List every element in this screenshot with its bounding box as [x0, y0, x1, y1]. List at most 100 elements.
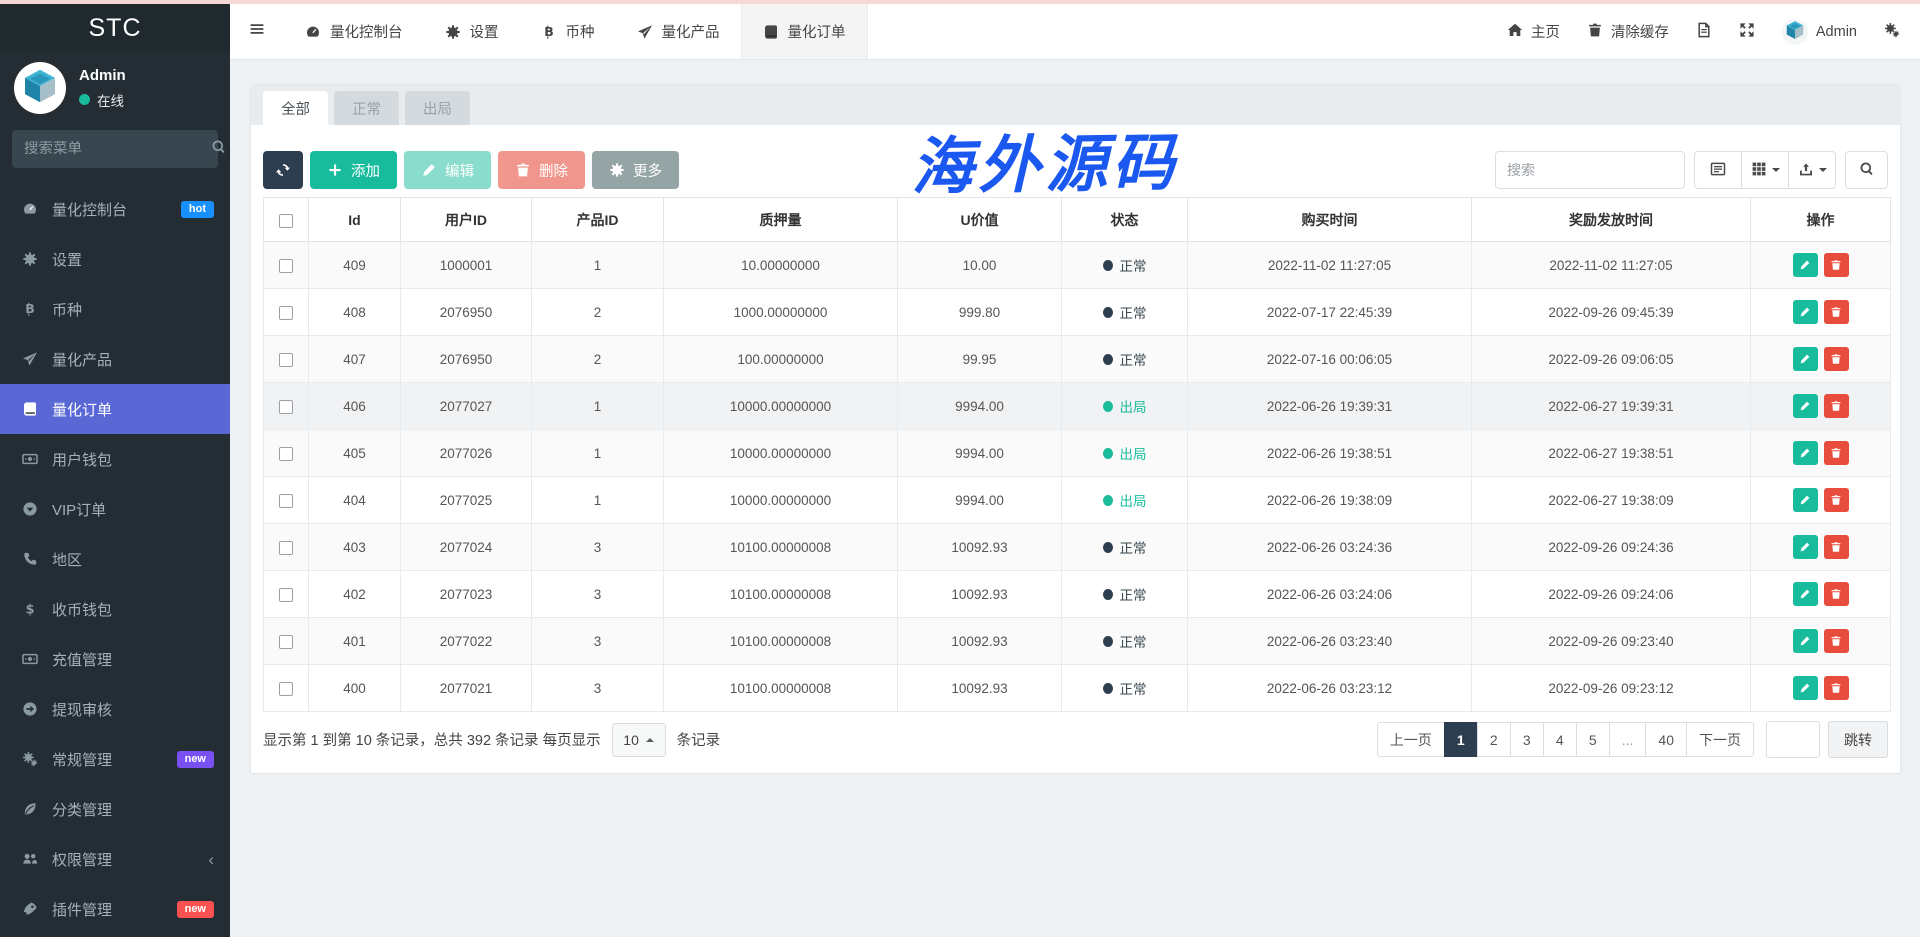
page-size-select[interactable]: 10: [612, 723, 666, 757]
sidebar-item-gear[interactable]: 设置: [0, 234, 230, 284]
settings-button[interactable]: [1884, 22, 1900, 42]
page-button[interactable]: 3: [1510, 722, 1544, 757]
arrow-circle-right-icon: [20, 701, 39, 717]
edit-button[interactable]: 编辑: [404, 151, 491, 189]
detail-view-button[interactable]: [1694, 151, 1742, 189]
column-header[interactable]: 购买时间: [1188, 198, 1472, 242]
filter-tab[interactable]: 出局: [405, 91, 470, 125]
language-button[interactable]: [1696, 22, 1712, 42]
sidebar-item-gears[interactable]: 常规管理new: [0, 734, 230, 784]
column-header[interactable]: 状态: [1062, 198, 1188, 242]
row-checkbox[interactable]: [279, 447, 293, 461]
row-edit-button[interactable]: [1793, 441, 1818, 465]
row-checkbox[interactable]: [279, 494, 293, 508]
row-edit-button[interactable]: [1793, 394, 1818, 418]
next-page-button[interactable]: 下一页: [1686, 722, 1754, 757]
column-header[interactable]: 奖励发放时间: [1472, 198, 1751, 242]
row-delete-button[interactable]: [1824, 300, 1849, 324]
refresh-button[interactable]: [263, 151, 303, 189]
export-button[interactable]: [1788, 151, 1836, 189]
nav-tab-bitcoin[interactable]: B币种: [520, 4, 616, 59]
page-button[interactable]: 2: [1477, 722, 1511, 757]
row-edit-button[interactable]: [1793, 300, 1818, 324]
row-checkbox[interactable]: [279, 306, 293, 320]
sidebar-item-rocket[interactable]: 插件管理new: [0, 884, 230, 934]
page-button[interactable]: 4: [1543, 722, 1577, 757]
sidebar-item-bitcoin[interactable]: B币种: [0, 284, 230, 334]
row-checkbox[interactable]: [279, 541, 293, 555]
nav-tab-paper-plane[interactable]: 量化产品: [616, 4, 741, 59]
sidebar-item-dollar[interactable]: $收币钱包: [0, 584, 230, 634]
page-button[interactable]: 40: [1645, 722, 1687, 757]
row-checkbox[interactable]: [279, 682, 293, 696]
search-icon[interactable]: [211, 139, 227, 160]
prev-page-button[interactable]: 上一页: [1377, 722, 1445, 757]
row-delete-button[interactable]: [1824, 488, 1849, 512]
summary-suffix: 条记录: [677, 729, 721, 750]
user-menu[interactable]: Admin: [1782, 19, 1857, 45]
row-delete-button[interactable]: [1824, 441, 1849, 465]
row-edit-button[interactable]: [1793, 535, 1818, 559]
sidebar-item-arrow-circle-right[interactable]: 提现审核: [0, 684, 230, 734]
row-delete-button[interactable]: [1824, 347, 1849, 371]
row-delete-button[interactable]: [1824, 676, 1849, 700]
row-checkbox[interactable]: [279, 588, 293, 602]
column-header[interactable]: 操作: [1751, 198, 1891, 242]
table-search-input[interactable]: [1495, 151, 1685, 189]
sidebar-item-dashboard[interactable]: 量化控制台hot: [0, 184, 230, 234]
row-edit-button[interactable]: [1793, 347, 1818, 371]
nav-tab-gear[interactable]: 设置: [424, 4, 520, 59]
row-edit-button[interactable]: [1793, 629, 1818, 653]
delete-button[interactable]: 删除: [498, 151, 585, 189]
row-delete-button[interactable]: [1824, 535, 1849, 559]
page-ellipsis: ...: [1609, 722, 1647, 757]
menu-toggle-button[interactable]: [230, 4, 284, 59]
column-header[interactable]: 质押量: [664, 198, 898, 242]
row-checkbox[interactable]: [279, 635, 293, 649]
page-button[interactable]: 1: [1444, 722, 1478, 757]
row-edit-button[interactable]: [1793, 582, 1818, 606]
row-checkbox[interactable]: [279, 400, 293, 414]
nav-tab-book[interactable]: 量化订单: [741, 4, 868, 59]
columns-button[interactable]: [1741, 151, 1789, 189]
page-button[interactable]: 5: [1576, 722, 1610, 757]
row-checkbox[interactable]: [279, 259, 293, 273]
search-button[interactable]: [1845, 151, 1888, 189]
row-checkbox[interactable]: [279, 353, 293, 367]
column-header[interactable]: 用户ID: [401, 198, 532, 242]
sidebar-search-input[interactable]: [24, 141, 211, 157]
sidebar-item-wallet[interactable]: 用户钱包: [0, 434, 230, 484]
filter-tab[interactable]: 全部: [263, 91, 328, 125]
sidebar-item-phone[interactable]: 地区: [0, 534, 230, 584]
sidebar-item-circle-down[interactable]: VIP订单: [0, 484, 230, 534]
column-header[interactable]: 产品ID: [532, 198, 664, 242]
row-delete-button[interactable]: [1824, 582, 1849, 606]
fullscreen-button[interactable]: [1739, 22, 1755, 42]
row-edit-button[interactable]: [1793, 253, 1818, 277]
add-button[interactable]: 添加: [310, 151, 397, 189]
row-delete-button[interactable]: [1824, 253, 1849, 277]
column-header[interactable]: U价值: [898, 198, 1062, 242]
sidebar-item-users[interactable]: 权限管理‹: [0, 834, 230, 884]
select-all-checkbox[interactable]: [279, 214, 293, 228]
row-delete-button[interactable]: [1824, 394, 1849, 418]
row-edit-button[interactable]: [1793, 488, 1818, 512]
sidebar-item-book[interactable]: 量化订单: [0, 384, 230, 434]
row-edit-button[interactable]: [1793, 676, 1818, 700]
sidebar-item-paper-plane[interactable]: 量化产品: [0, 334, 230, 384]
reward-time-cell: 2022-09-26 09:23:12: [1472, 665, 1751, 712]
column-header[interactable]: Id: [309, 198, 401, 242]
home-link[interactable]: 主页: [1507, 21, 1560, 42]
more-button[interactable]: 更多: [592, 151, 679, 189]
sidebar-item-leaf[interactable]: 分类管理: [0, 784, 230, 834]
actions-cell: [1751, 477, 1891, 524]
clear-cache-link[interactable]: 清除缓存: [1587, 21, 1669, 42]
nav-tab-dashboard[interactable]: 量化控制台: [284, 4, 424, 59]
add-label: 添加: [351, 160, 380, 181]
row-delete-button[interactable]: [1824, 629, 1849, 653]
sidebar-item-money[interactable]: 充值管理: [0, 634, 230, 684]
filter-tab[interactable]: 正常: [334, 91, 399, 125]
jump-button[interactable]: 跳转: [1828, 721, 1888, 758]
table-row: 40720769502100.0000000099.95正常2022-07-16…: [264, 336, 1891, 383]
jump-page-input[interactable]: [1766, 721, 1820, 758]
